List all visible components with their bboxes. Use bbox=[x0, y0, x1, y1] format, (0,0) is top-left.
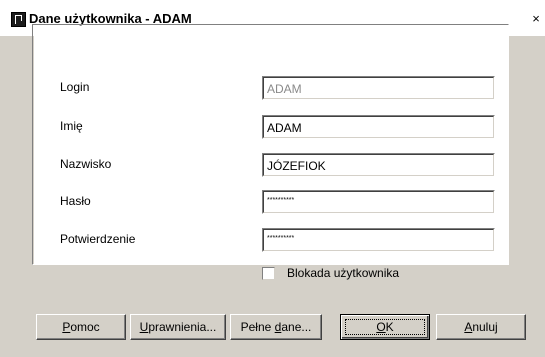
password-value[interactable]: ********** bbox=[263, 191, 494, 213]
login-label: Login bbox=[60, 80, 90, 94]
last-name-field[interactable]: JÓZEFIOK bbox=[262, 153, 495, 177]
block-user-checkbox[interactable] bbox=[262, 267, 275, 280]
password-label: Hasło bbox=[60, 194, 91, 208]
cancel-button[interactable]: Anuluj bbox=[436, 314, 526, 340]
first-name-field[interactable]: ADAM bbox=[262, 115, 495, 139]
help-button[interactable]: Pomoc bbox=[36, 314, 126, 340]
full-data-button-label: ane... bbox=[281, 320, 312, 334]
permissions-button-mnemonic: U bbox=[139, 320, 149, 334]
permissions-button[interactable]: Uprawnienia... bbox=[130, 314, 226, 340]
confirm-password-field[interactable]: ********** bbox=[262, 228, 495, 252]
last-name-value[interactable]: JÓZEFIOK bbox=[263, 154, 494, 176]
ok-button-mnemonic: O bbox=[376, 320, 386, 334]
ok-button-label: K bbox=[385, 320, 394, 334]
first-name-value[interactable]: ADAM bbox=[263, 116, 494, 138]
login-field: ADAM bbox=[262, 76, 495, 100]
cancel-button-label: nuluj bbox=[472, 320, 498, 334]
ok-button[interactable]: OK bbox=[340, 314, 430, 340]
confirm-password-label: Potwierdzenie bbox=[60, 232, 136, 246]
full-data-button-prefix: Pełne bbox=[240, 320, 275, 334]
app-p-icon bbox=[11, 12, 26, 27]
user-data-dialog: Dane użytkownika - ADAM × Login ADAM Imi… bbox=[0, 0, 545, 357]
first-name-label: Imię bbox=[60, 119, 83, 133]
permissions-button-label: prawnienia... bbox=[148, 320, 217, 334]
last-name-label: Nazwisko bbox=[60, 157, 112, 171]
full-data-button[interactable]: Pełne dane... bbox=[230, 314, 322, 340]
block-user-label[interactable]: Blokada użytkownika bbox=[287, 266, 399, 280]
close-icon[interactable]: × bbox=[529, 12, 543, 26]
help-button-label: omoc bbox=[70, 320, 100, 334]
login-value: ADAM bbox=[263, 77, 494, 99]
password-field[interactable]: ********** bbox=[262, 190, 495, 214]
confirm-password-value[interactable]: ********** bbox=[263, 229, 494, 251]
